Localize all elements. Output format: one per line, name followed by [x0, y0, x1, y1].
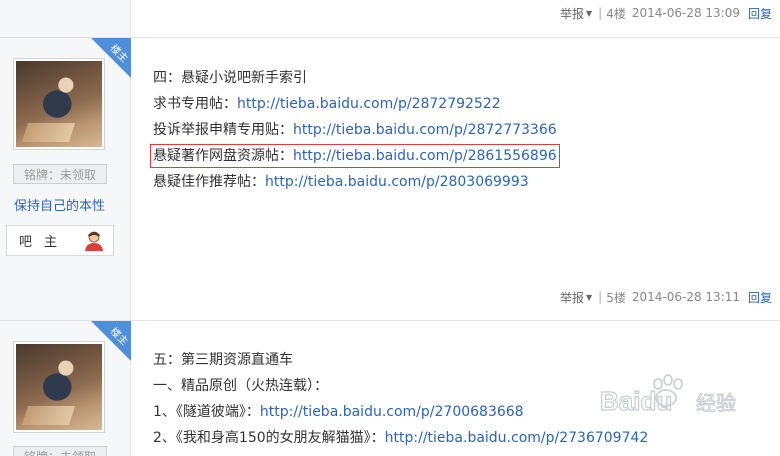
caret-down-icon[interactable]: ▼	[586, 9, 592, 18]
separator: |	[598, 6, 603, 20]
user-column-floor-4	[0, 0, 131, 37]
post-time: 2014-06-28 13:11	[631, 290, 740, 304]
highlight-box: 悬疑著作网盘资源帖：http://tieba.baidu.com/p/28615…	[150, 144, 560, 168]
user-avatar[interactable]	[13, 58, 105, 150]
post-heading: 四：悬疑小说吧新手索引	[153, 70, 307, 86]
post-link[interactable]: http://tieba.baidu.com/p/2736709742	[385, 430, 649, 446]
avatar-image	[16, 344, 102, 430]
post-link[interactable]: http://tieba.baidu.com/p/2700683668	[260, 404, 524, 420]
post-line: 求书专用帖：http://tieba.baidu.com/p/287279252…	[153, 96, 501, 112]
floor-number: 5楼	[606, 290, 626, 305]
avatar-image	[16, 61, 102, 147]
post-body-floor-6: 五：第三期资源直通车 一、精品原创（火热连载）： 1、《隧道彼端》：http:/…	[153, 347, 648, 451]
user-motto-link[interactable]: 保持自己的本性	[14, 195, 105, 214]
post-time: 2014-06-28 13:09	[631, 6, 740, 20]
post-link[interactable]: http://tieba.baidu.com/p/2872773366	[293, 122, 557, 138]
thread-page: 举报 ▼ | 4楼 2014-06-28 13:09 回复 楼主 铭牌：未领取 …	[0, 0, 780, 456]
post-link[interactable]: http://tieba.baidu.com/p/2803069993	[265, 174, 529, 190]
user-avatar[interactable]	[13, 341, 105, 433]
post-line: 一、精品原创（火热连载）：	[153, 378, 328, 394]
watermark-label: 经验	[696, 391, 736, 415]
role-label: 吧 主	[19, 235, 62, 250]
reply-button[interactable]: 回复	[748, 289, 772, 306]
post-line: 1、《隧道彼端》：http://tieba.baidu.com/p/270068…	[153, 404, 524, 420]
post-line: 2、《我和身高150的女朋友解猫猫》：http://tieba.baidu.co…	[153, 430, 649, 446]
post-link[interactable]: http://tieba.baidu.com/p/2861556896	[293, 148, 557, 164]
post-line-highlighted: 悬疑著作网盘资源帖：http://tieba.baidu.com/p/28615…	[150, 143, 560, 169]
post-line: 投诉举报申精专用贴：http://tieba.baidu.com/p/28727…	[153, 122, 557, 138]
post-link[interactable]: http://tieba.baidu.com/p/2872792522	[237, 96, 501, 112]
baidu-jingyan-watermark: Baidu 经验	[599, 374, 737, 417]
role-box: 吧 主	[6, 225, 114, 256]
admin-user-icon	[85, 231, 103, 251]
post-line: 悬疑佳作推荐帖：http://tieba.baidu.com/p/2803069…	[153, 174, 529, 190]
report-button[interactable]: 举报	[560, 5, 584, 22]
floor-number: 4楼	[606, 6, 626, 21]
caret-down-icon[interactable]: ▼	[586, 293, 592, 302]
post-heading: 五：第三期资源直通车	[153, 352, 293, 368]
watermark-brand: Baidu	[600, 386, 672, 416]
report-button[interactable]: 举报	[560, 289, 584, 306]
reply-button[interactable]: 回复	[748, 5, 772, 22]
post-tail-floor-5: 举报 ▼ | 5楼 2014-06-28 13:11 回复	[560, 287, 772, 307]
medal-label[interactable]: 铭牌：未领取	[13, 446, 107, 456]
separator: |	[598, 290, 603, 304]
post-body-floor-5: 四：悬疑小说吧新手索引 求书专用帖：http://tieba.baidu.com…	[150, 65, 560, 195]
post-tail-floor-4: 举报 ▼ | 4楼 2014-06-28 13:09 回复	[560, 3, 772, 23]
medal-label[interactable]: 铭牌：未领取	[13, 164, 107, 184]
